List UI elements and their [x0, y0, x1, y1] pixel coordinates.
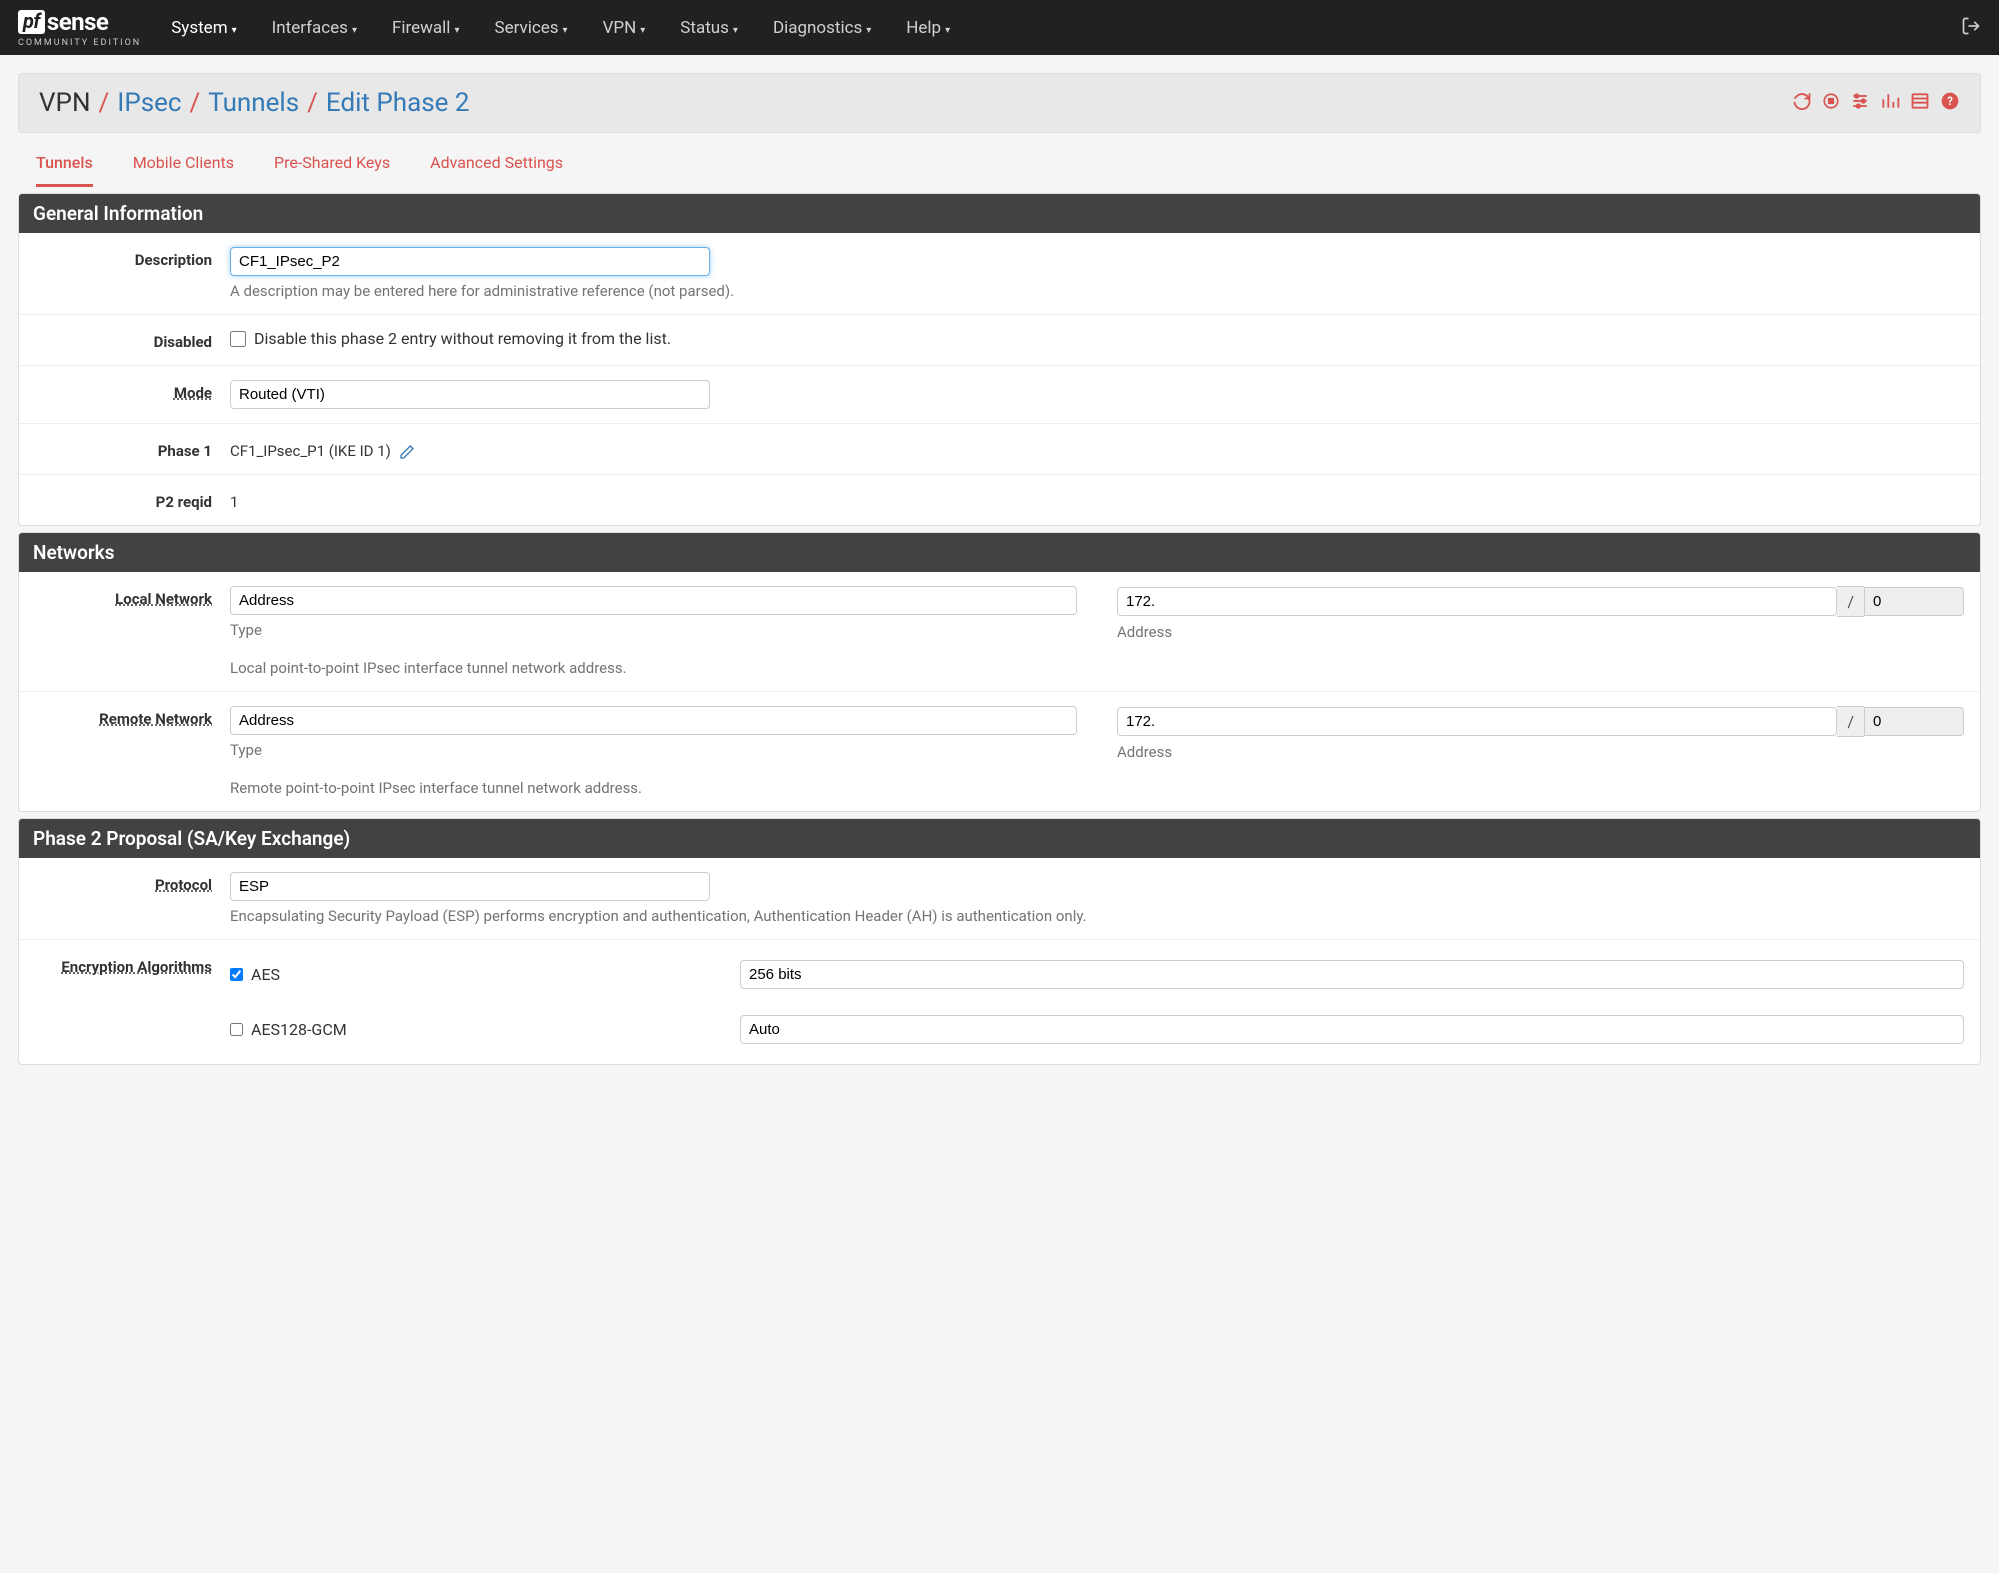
breadcrumb-panel: VPN / IPsec / Tunnels / Edit Phase 2 ? [18, 73, 1981, 133]
caret-down-icon: ▾ [945, 25, 950, 36]
disabled-checkbox[interactable] [230, 331, 246, 347]
breadcrumb-ipsec[interactable]: IPsec [117, 88, 181, 118]
caret-down-icon: ▾ [232, 25, 237, 36]
tab-mobile-clients[interactable]: Mobile Clients [133, 153, 234, 187]
local-cidr-select[interactable]: 0 [1864, 587, 1964, 616]
label-description: Description [35, 247, 230, 269]
tab-advanced-settings[interactable]: Advanced Settings [430, 153, 563, 187]
tab-tunnels[interactable]: Tunnels [36, 153, 93, 187]
local-address-input[interactable] [1117, 587, 1837, 616]
nav-interfaces[interactable]: Interfaces▾ [272, 18, 357, 38]
nav-diagnostics[interactable]: Diagnostics▾ [773, 18, 871, 38]
nav-items: System▾ Interfaces▾ Firewall▾ Services▾ … [171, 18, 1961, 38]
help-local-network: Local point-to-point IPsec interface tun… [230, 659, 1964, 677]
list-icon[interactable] [1910, 91, 1930, 115]
panel-header: General Information [19, 194, 1980, 233]
breadcrumb-sep: / [190, 88, 201, 118]
help-icon[interactable]: ? [1940, 91, 1960, 115]
caret-down-icon: ▾ [733, 25, 738, 36]
sublabel-remote-address: Address [1117, 743, 1964, 761]
cidr-separator: / [1837, 586, 1864, 617]
help-description: A description may be entered here for ad… [230, 282, 1964, 300]
refresh-icon[interactable] [1792, 91, 1812, 115]
label-local-network: Local Network [35, 586, 230, 608]
disabled-checkbox-row[interactable]: Disable this phase 2 entry without remov… [230, 329, 1964, 348]
sliders-icon[interactable] [1850, 91, 1870, 115]
page-action-icons: ? [1792, 91, 1960, 115]
label-phase1: Phase 1 [35, 438, 230, 460]
remote-cidr-select[interactable]: 0 [1864, 707, 1964, 736]
tabs: Tunnels Mobile Clients Pre-Shared Keys A… [18, 133, 1981, 187]
remote-address-input[interactable] [1117, 707, 1837, 736]
label-p2reqid: P2 reqid [35, 489, 230, 511]
nav-help[interactable]: Help▾ [906, 18, 950, 38]
nav-status[interactable]: Status▾ [680, 18, 738, 38]
nav-firewall[interactable]: Firewall▾ [392, 18, 459, 38]
label-remote-network: Remote Network [35, 706, 230, 728]
disabled-text: Disable this phase 2 entry without remov… [254, 329, 671, 348]
nav-vpn[interactable]: VPN▾ [603, 18, 646, 38]
local-type-select[interactable]: Address [230, 586, 1077, 615]
caret-down-icon: ▾ [352, 25, 357, 36]
enc-aes128gcm-bits-select[interactable]: Auto [740, 1015, 1964, 1044]
panel-networks: Networks Local Network Address Type / [18, 532, 1981, 812]
sublabel-local-address: Address [1117, 623, 1964, 641]
tab-pre-shared-keys[interactable]: Pre-Shared Keys [274, 153, 390, 187]
breadcrumb-current[interactable]: Edit Phase 2 [326, 88, 470, 118]
phase1-value: CF1_IPsec_P1 (IKE ID 1) [230, 442, 391, 460]
remote-type-select[interactable]: Address [230, 706, 1077, 735]
sublabel-remote-type: Type [230, 741, 1077, 759]
logout-icon[interactable] [1961, 16, 1981, 40]
label-disabled: Disabled [35, 329, 230, 351]
label-protocol: Protocol [35, 872, 230, 894]
protocol-select[interactable]: ESP [230, 872, 710, 901]
stop-target-icon[interactable] [1822, 92, 1840, 114]
enc-aes128gcm-checkbox[interactable] [230, 1023, 243, 1036]
p2reqid-value: 1 [230, 489, 1964, 511]
help-protocol: Encapsulating Security Payload (ESP) per… [230, 907, 1964, 925]
description-input[interactable] [230, 247, 710, 276]
caret-down-icon: ▾ [563, 25, 568, 36]
breadcrumb-sep: / [307, 88, 318, 118]
chart-icon[interactable] [1880, 91, 1900, 115]
enc-aes-checkbox[interactable] [230, 968, 243, 981]
sublabel-local-type: Type [230, 621, 1077, 639]
svg-text:?: ? [1947, 94, 1953, 108]
logo[interactable]: pf sense COMMUNITY EDITION [18, 8, 141, 48]
help-remote-network: Remote point-to-point IPsec interface tu… [230, 779, 1964, 797]
phase1-edit-link[interactable] [395, 442, 415, 460]
enc-aes128gcm-label: AES128-GCM [251, 1020, 347, 1039]
caret-down-icon: ▾ [640, 25, 645, 36]
enc-aes-label: AES [251, 965, 280, 984]
label-encryption-algorithms: Encryption Algorithms [35, 954, 230, 976]
breadcrumb-root: VPN [39, 88, 91, 118]
panel-general-information: General Information Description A descri… [18, 193, 1981, 526]
breadcrumb-tunnels[interactable]: Tunnels [208, 88, 299, 118]
cidr-separator: / [1837, 706, 1864, 737]
logo-subtitle: COMMUNITY EDITION [18, 38, 141, 48]
nav-services[interactable]: Services▾ [494, 18, 567, 38]
breadcrumb-sep: / [99, 88, 110, 118]
nav-system[interactable]: System▾ [171, 18, 236, 38]
logo-sense: sense [47, 8, 109, 36]
logo-pf: pf [18, 10, 45, 34]
caret-down-icon: ▾ [454, 25, 459, 36]
label-mode: Mode [35, 380, 230, 402]
top-navbar: pf sense COMMUNITY EDITION System▾ Inter… [0, 0, 1999, 55]
mode-select[interactable]: Routed (VTI) [230, 380, 710, 409]
pencil-icon [399, 444, 415, 460]
panel-header: Networks [19, 533, 1980, 572]
enc-aes-bits-select[interactable]: 256 bits [740, 960, 1964, 989]
breadcrumb: VPN / IPsec / Tunnels / Edit Phase 2 [39, 88, 470, 118]
panel-header: Phase 2 Proposal (SA/Key Exchange) [19, 819, 1980, 858]
caret-down-icon: ▾ [866, 25, 871, 36]
panel-phase2-proposal: Phase 2 Proposal (SA/Key Exchange) Proto… [18, 818, 1981, 1065]
